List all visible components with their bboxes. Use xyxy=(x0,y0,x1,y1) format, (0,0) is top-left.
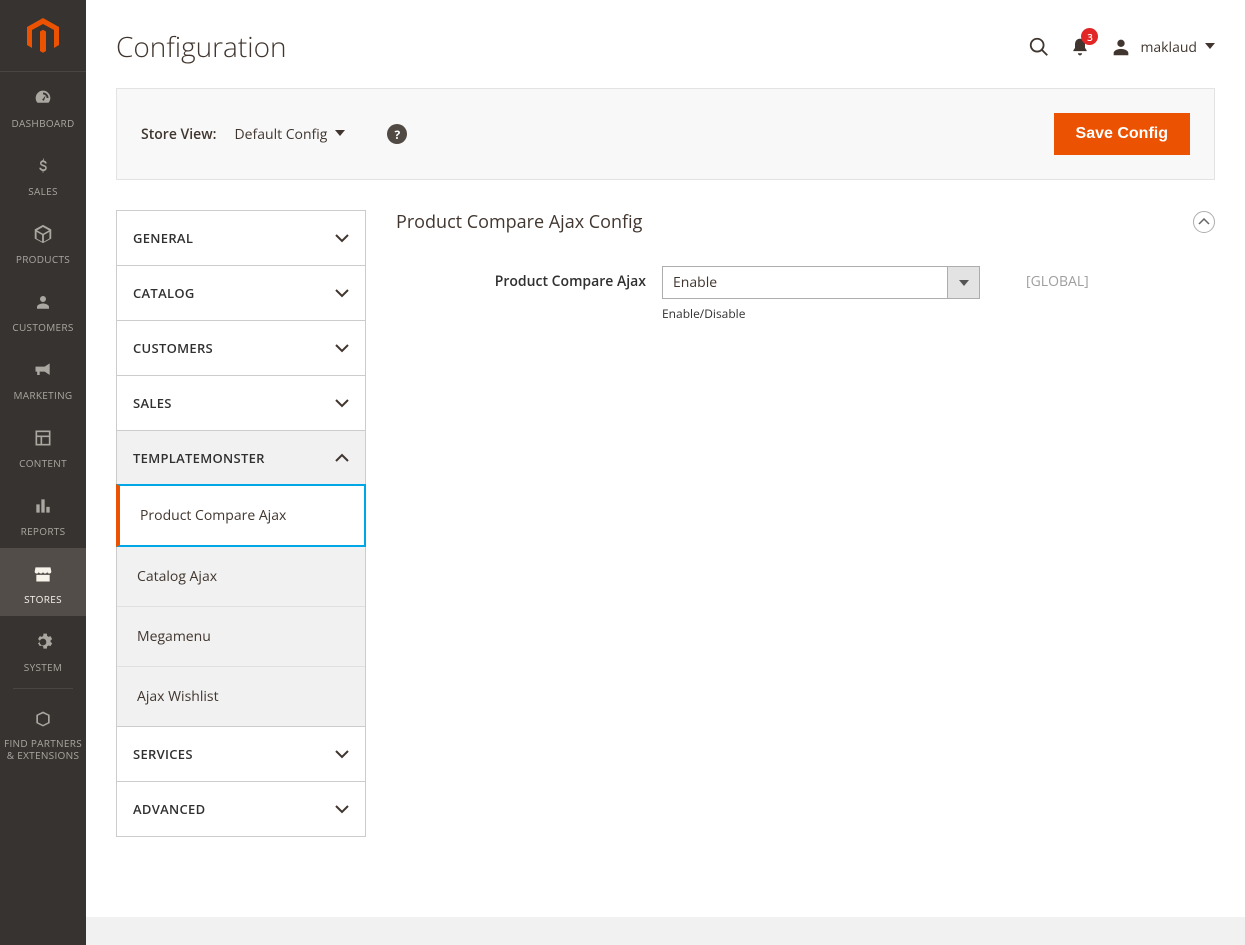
nav-customers[interactable]: CUSTOMERS xyxy=(0,276,86,344)
page-title: Configuration xyxy=(116,28,1028,66)
config-section-sales: SALES xyxy=(117,376,365,431)
select-value: Enable xyxy=(662,266,948,299)
nav-content[interactable]: CONTENT xyxy=(0,412,86,480)
field-scope: [GLOBAL] xyxy=(1026,266,1089,291)
nav-label: CONTENT xyxy=(19,456,67,470)
admin-nav-sidebar: DASHBOARD SALES PRODUCTS CUSTOMERS MARKE… xyxy=(0,0,86,945)
nav-marketing[interactable]: MARKETING xyxy=(0,344,86,412)
nav-sales[interactable]: SALES xyxy=(0,140,86,208)
nav-dashboard[interactable]: DASHBOARD xyxy=(0,72,86,140)
user-name: maklaud xyxy=(1140,38,1197,57)
dollar-icon xyxy=(34,152,52,180)
select-product-compare-ajax[interactable]: Enable xyxy=(662,266,980,299)
chevron-down-icon xyxy=(335,288,349,298)
notifications-button[interactable]: 3 xyxy=(1070,36,1090,58)
nav-products[interactable]: PRODUCTS xyxy=(0,208,86,276)
config-subitem-product-compare-ajax[interactable]: Product Compare Ajax xyxy=(116,484,366,547)
nav-stores[interactable]: STORES xyxy=(0,548,86,616)
nav-divider xyxy=(13,688,73,689)
nav-label: DASHBOARD xyxy=(11,116,74,130)
notification-badge: 3 xyxy=(1081,28,1098,45)
storefront-icon xyxy=(32,560,54,588)
nav-label: CUSTOMERS xyxy=(12,320,73,334)
box-icon xyxy=(32,220,54,248)
config-section-templatemonster: TEMPLATEMONSTER Product Compare Ajax Cat… xyxy=(117,431,365,727)
config-section-general: GENERAL xyxy=(117,211,365,266)
config-panel: Product Compare Ajax Config Product Comp… xyxy=(396,210,1215,342)
search-button[interactable] xyxy=(1028,36,1050,58)
puzzle-icon xyxy=(33,705,53,733)
nav-label: SYSTEM xyxy=(24,660,62,674)
field-label: Product Compare Ajax xyxy=(396,266,646,291)
save-config-button[interactable]: Save Config xyxy=(1054,113,1190,155)
nav-label: SALES xyxy=(28,184,58,198)
config-sidebar: GENERAL CATALOG CUSTOMERS xyxy=(116,210,366,837)
user-icon xyxy=(1110,36,1132,58)
config-section-services: SERVICES xyxy=(117,727,365,782)
store-view-label: Store View: xyxy=(141,125,216,144)
chevron-down-icon xyxy=(959,279,969,287)
field-note: Enable/Disable xyxy=(662,305,980,322)
chart-icon xyxy=(33,492,53,520)
config-section-header[interactable]: ADVANCED xyxy=(117,782,365,836)
config-section-label: ADVANCED xyxy=(133,800,205,818)
megaphone-icon xyxy=(32,356,54,384)
chevron-down-icon xyxy=(335,398,349,408)
config-section-label: SERVICES xyxy=(133,745,193,763)
config-subitem-megamenu[interactable]: Megamenu xyxy=(117,606,365,666)
field-product-compare-ajax: Product Compare Ajax Enable Enable/Disab… xyxy=(396,266,1215,322)
chevron-down-icon xyxy=(335,233,349,243)
store-view-value: Default Config xyxy=(234,125,327,144)
nav-label: FIND PARTNERS & EXTENSIONS xyxy=(0,737,86,761)
chevron-up-icon xyxy=(335,453,349,463)
config-section-label: TEMPLATEMONSTER xyxy=(133,449,265,467)
person-icon xyxy=(34,288,52,316)
nav-label: PRODUCTS xyxy=(16,252,70,266)
collapse-button[interactable] xyxy=(1193,211,1215,233)
dashboard-icon xyxy=(32,84,54,112)
nav-label: STORES xyxy=(24,592,62,606)
config-subitem-catalog-ajax[interactable]: Catalog Ajax xyxy=(117,546,365,606)
config-section-header[interactable]: CATALOG xyxy=(117,266,365,320)
config-section-customers: CUSTOMERS xyxy=(117,321,365,376)
layout-icon xyxy=(33,424,53,452)
config-section-header[interactable]: SALES xyxy=(117,376,365,430)
toolbar: Store View: Default Config ? Save Config xyxy=(116,88,1215,180)
page-header: Configuration 3 maklaud xyxy=(86,0,1245,88)
chevron-down-icon xyxy=(335,804,349,814)
config-section-header[interactable]: CUSTOMERS xyxy=(117,321,365,375)
config-section-header[interactable]: GENERAL xyxy=(117,211,365,265)
config-section-catalog: CATALOG xyxy=(117,266,365,321)
select-arrow xyxy=(948,266,980,299)
config-section-header[interactable]: SERVICES xyxy=(117,727,365,781)
chevron-down-icon xyxy=(335,749,349,759)
config-section-label: CUSTOMERS xyxy=(133,339,213,357)
config-subitem-ajax-wishlist[interactable]: Ajax Wishlist xyxy=(117,666,365,726)
chevron-down-icon xyxy=(1205,43,1215,51)
help-icon[interactable]: ? xyxy=(387,124,407,144)
gear-icon xyxy=(33,628,53,656)
config-section-label: SALES xyxy=(133,394,172,412)
panel-title: Product Compare Ajax Config xyxy=(396,210,642,234)
config-section-label: GENERAL xyxy=(133,229,193,247)
nav-reports[interactable]: REPORTS xyxy=(0,480,86,548)
store-view-selector[interactable]: Default Config xyxy=(234,125,345,144)
footer-bar xyxy=(86,917,1245,945)
nav-partners[interactable]: FIND PARTNERS & EXTENSIONS xyxy=(0,693,86,771)
nav-label: REPORTS xyxy=(21,524,66,538)
user-menu[interactable]: maklaud xyxy=(1110,36,1215,58)
config-section-header[interactable]: TEMPLATEMONSTER xyxy=(117,431,365,485)
config-section-advanced: ADVANCED xyxy=(117,782,365,836)
config-section-label: CATALOG xyxy=(133,284,195,302)
nav-system[interactable]: SYSTEM xyxy=(0,616,86,684)
chevron-up-icon xyxy=(1198,218,1210,226)
magento-logo[interactable] xyxy=(0,0,86,72)
chevron-down-icon xyxy=(335,130,345,138)
chevron-down-icon xyxy=(335,343,349,353)
nav-label: MARKETING xyxy=(14,388,73,402)
